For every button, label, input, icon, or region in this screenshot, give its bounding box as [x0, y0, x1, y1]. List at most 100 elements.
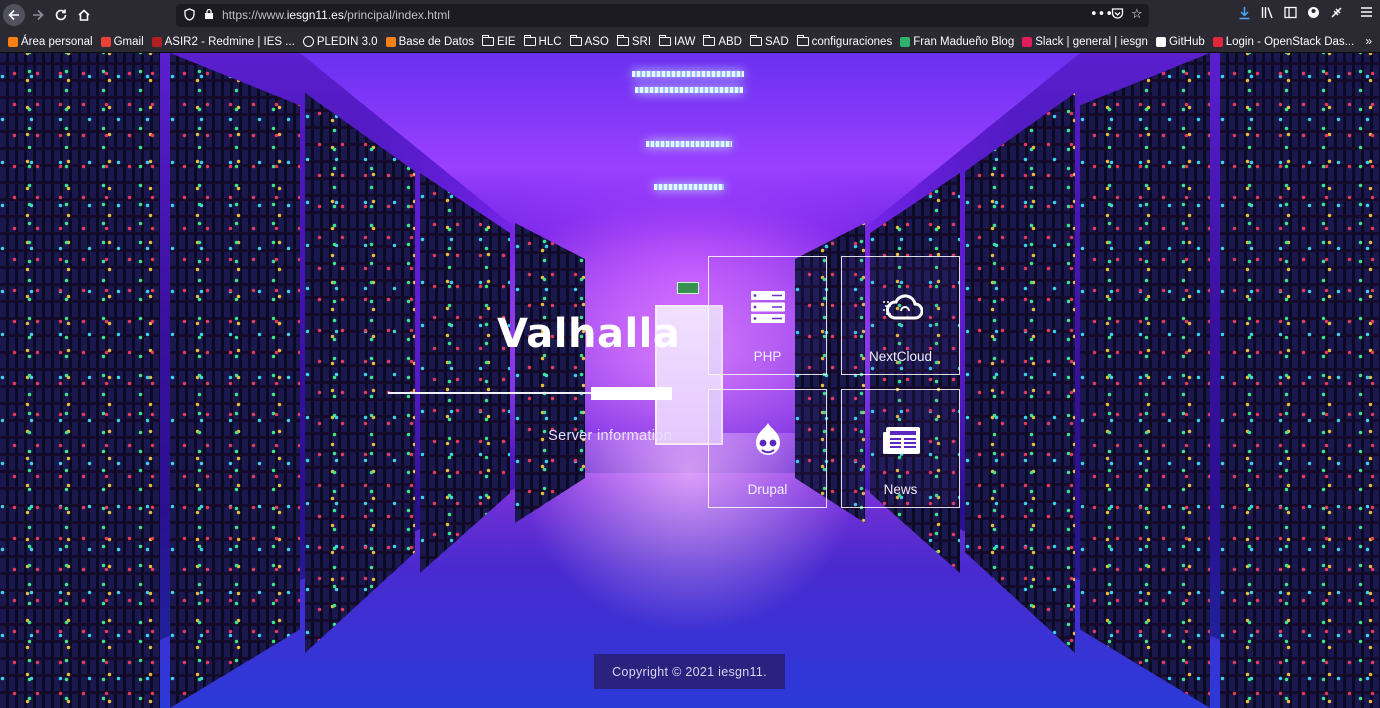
bookmark-label: Login - OpenStack Das... [1225, 35, 1355, 48]
bookmark-item[interactable]: Área personal [8, 36, 93, 48]
bookmark-label: ABD [718, 35, 742, 48]
tile-label: PHP [753, 349, 782, 364]
bookmarks-bar: Área personal Gmail ASIR2 - Redmine | IES … [0, 31, 1380, 53]
bookmark-item[interactable]: configuraciones [796, 35, 893, 48]
tile-label: Drupal [747, 482, 788, 497]
server-icon [750, 290, 786, 324]
tile-php[interactable]: PHP [708, 256, 827, 375]
tile-drupal[interactable]: Drupal [708, 389, 827, 508]
bookmarks-overflow-chevron-icon[interactable]: » [1365, 34, 1372, 48]
sidebar-icon[interactable] [1284, 6, 1297, 23]
slack-icon [1022, 36, 1033, 47]
bookmark-item[interactable]: ABD [703, 35, 742, 48]
extension-icon[interactable] [1330, 6, 1343, 23]
server-rack [1080, 53, 1210, 708]
url-domain: iesgn11.es [286, 8, 344, 22]
bookmark-label: SAD [764, 35, 789, 48]
bookmark-label: GitHub [1168, 35, 1205, 48]
gmail-icon [100, 36, 111, 47]
ceiling-light [646, 141, 732, 147]
more-actions-icon[interactable]: ••• [1090, 7, 1113, 22]
bookmark-label: IAW [674, 35, 696, 48]
web-page: Valhalla Server information PHP NextClou… [0, 53, 1380, 708]
blog-icon [900, 36, 911, 47]
address-bar[interactable]: https://www.iesgn11.es/principal/index.h… [176, 4, 1149, 27]
bookmark-label: Base de Datos [398, 35, 474, 48]
account-icon[interactable] [1307, 6, 1320, 23]
cloud-icon [883, 290, 924, 324]
forward-arrow-icon[interactable] [27, 4, 49, 26]
bookmark-item[interactable]: PLEDIN 3.0 [302, 35, 378, 48]
bookmark-item[interactable]: ASO [569, 35, 609, 48]
bookmark-label: Slack | general | iesgn [1035, 35, 1148, 48]
folder-icon [482, 35, 494, 46]
redmine-icon [151, 36, 162, 47]
menu-icon[interactable] [1360, 6, 1373, 22]
library-icon[interactable] [1261, 6, 1275, 23]
home-icon[interactable] [73, 4, 95, 26]
site-title: Valhalla [497, 311, 681, 357]
bookmark-item[interactable]: Gmail [100, 36, 144, 48]
bookmark-item[interactable]: SAD [749, 35, 789, 48]
bookmark-label: HLC [538, 35, 562, 48]
folder-icon [796, 35, 809, 46]
bookmark-item[interactable]: ASIR2 - Redmine | IES ... [151, 35, 295, 48]
bookmark-item[interactable]: SRI [616, 35, 652, 48]
globe-icon [302, 36, 314, 47]
server-rack [0, 53, 160, 708]
moodle-icon [8, 36, 18, 47]
github-icon [1155, 36, 1166, 47]
bookmark-item[interactable]: Slack | general | iesgn [1022, 36, 1148, 48]
bookmark-item[interactable]: GitHub [1155, 35, 1205, 48]
bookmark-item[interactable]: EIE [482, 35, 516, 48]
bookmark-label: Área personal [21, 35, 93, 48]
bookmark-label: Fran Madueño Blog [913, 35, 1015, 48]
bookmark-label: EIE [497, 35, 516, 48]
tile-label: NextCloud [868, 349, 933, 364]
bookmark-label: ASO [584, 35, 609, 48]
lock-icon[interactable] [204, 8, 214, 23]
reload-icon[interactable] [50, 4, 72, 26]
url-text[interactable]: https://www.iesgn11.es/principal/index.h… [222, 8, 450, 22]
bookmark-label: ASIR2 - Redmine | IES ... [164, 35, 295, 48]
server-rack [1220, 53, 1380, 708]
tile-nextcloud[interactable]: NextCloud [841, 256, 960, 375]
title-accent-bar [591, 387, 672, 400]
bookmark-item[interactable]: HLC [523, 35, 562, 48]
openstack-icon [1212, 36, 1223, 47]
exit-sign [677, 282, 699, 294]
bookmark-label: SRI [631, 35, 652, 48]
pocket-icon[interactable] [1111, 7, 1124, 24]
folder-icon [749, 35, 762, 46]
tile-label: News [883, 482, 918, 497]
bookmark-item[interactable]: IAW [659, 35, 696, 48]
newspaper-icon [883, 423, 920, 457]
bookmark-label: PLEDIN 3.0 [316, 35, 378, 48]
folder-icon [703, 35, 716, 46]
folder-icon [659, 35, 672, 46]
folder-icon [616, 35, 629, 46]
moodle-icon [385, 36, 396, 47]
url-prefix: https://www. [222, 8, 287, 22]
folder-icon [523, 35, 536, 46]
bookmark-item[interactable]: Fran Madueño Blog [900, 36, 1014, 48]
server-rack [515, 223, 585, 523]
ceiling-light [654, 184, 724, 190]
ceiling-light [635, 87, 743, 93]
url-path: /principal/index.html [343, 8, 450, 22]
folder-icon [569, 35, 582, 46]
ceiling-background [300, 53, 1080, 243]
site-subtitle: Server information [548, 428, 672, 444]
back-arrow-icon[interactable] [3, 4, 25, 26]
tile-news[interactable]: News [841, 389, 960, 508]
bookmark-item[interactable]: Base de Datos [385, 35, 474, 48]
drupal-icon [750, 423, 786, 457]
download-icon[interactable] [1238, 6, 1251, 24]
browser-toolbar: https://www.iesgn11.es/principal/index.h… [0, 0, 1380, 31]
tracking-shield-icon[interactable] [184, 8, 195, 24]
bookmark-star-icon[interactable]: ☆ [1131, 7, 1143, 22]
server-rack [170, 53, 300, 708]
bookmark-item[interactable]: Login - OpenStack Das... [1212, 35, 1355, 48]
footer-copyright: Copyright © 2021 iesgn11. [594, 654, 785, 689]
bookmark-label: configuraciones [811, 35, 893, 48]
